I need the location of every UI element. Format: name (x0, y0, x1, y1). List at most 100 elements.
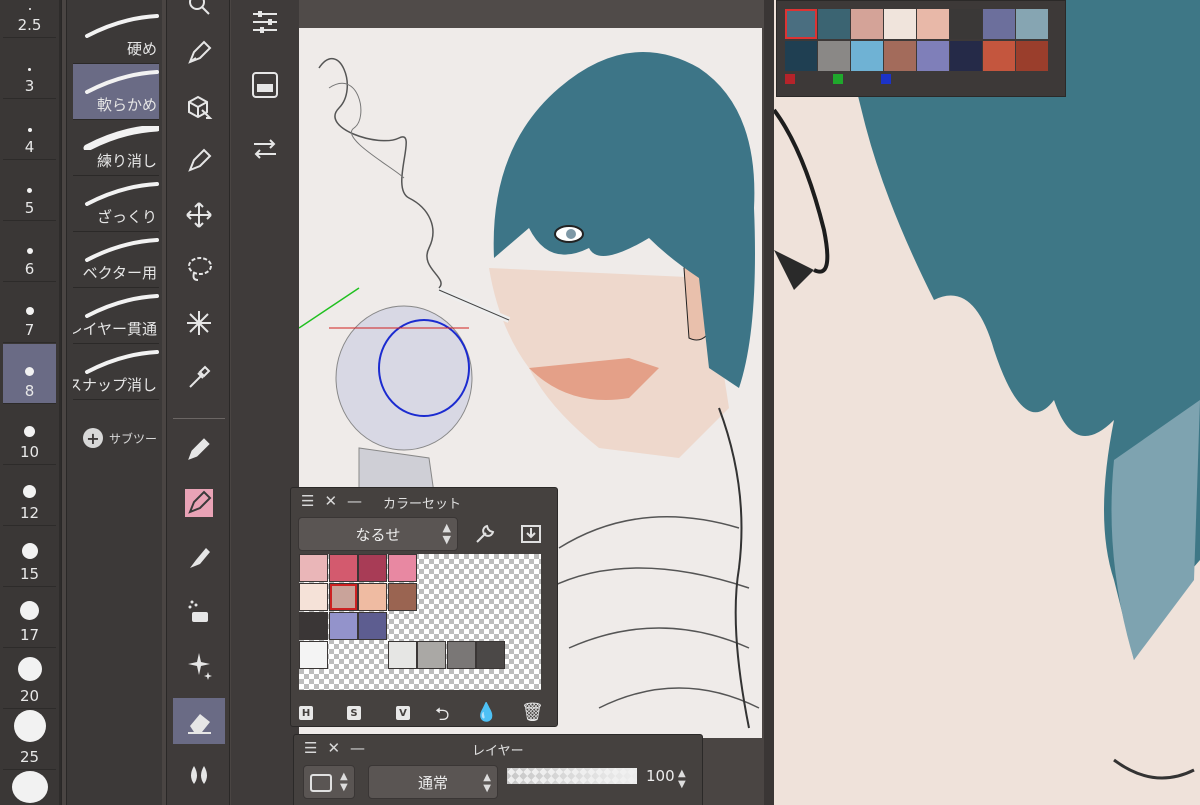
close-icon[interactable]: ✕ (327, 739, 340, 757)
color-swatch[interactable] (358, 612, 387, 640)
palette-swatch[interactable] (950, 41, 982, 71)
sub-tool-item[interactable]: 練り消し (73, 120, 159, 176)
color-set-select[interactable]: なるせ ▲ ▼ (298, 517, 458, 551)
color-swatch[interactable] (358, 583, 387, 611)
brush-size-7[interactable]: 7 (3, 283, 56, 343)
palette-swatch[interactable] (884, 41, 916, 71)
palette-swatch[interactable] (884, 9, 916, 39)
eyedropper-icon[interactable] (173, 354, 225, 400)
brush-size-dot (24, 426, 35, 437)
layer-type-select[interactable]: ▲ ▼ (303, 765, 355, 799)
brush-size-25[interactable]: 25 (3, 710, 56, 770)
palette-swatch[interactable] (851, 9, 883, 39)
palette-swatch[interactable] (785, 9, 817, 39)
lasso-icon[interactable] (173, 246, 225, 292)
brush-icon[interactable] (173, 534, 225, 580)
object-select-icon[interactable] (173, 84, 225, 130)
opacity-value[interactable]: 100 (646, 767, 675, 785)
pen-nib-icon[interactable] (173, 30, 225, 76)
brush-size-17[interactable]: 17 (3, 588, 56, 648)
palette-swatch[interactable] (818, 9, 850, 39)
palette-swatch[interactable] (950, 9, 982, 39)
color-swatch[interactable] (446, 641, 476, 669)
palette-swatch[interactable] (917, 9, 949, 39)
palette-swatch[interactable] (983, 41, 1015, 71)
auto-select-icon[interactable] (173, 300, 225, 346)
palette-swatch[interactable] (851, 41, 883, 71)
brush-size-20[interactable]: 20 (3, 649, 56, 709)
blend-mode-select[interactable]: 通常 ▲ ▼ (368, 765, 498, 799)
wrench-icon[interactable] (471, 520, 499, 548)
menu-icon[interactable]: ☰ (304, 739, 317, 757)
brush-size-8[interactable]: 8 (3, 344, 56, 404)
operation-icon[interactable] (173, 138, 225, 184)
brush-size-3[interactable]: 3 (3, 39, 56, 99)
replace-color-icon[interactable]: ⮌ (435, 702, 449, 732)
minimize-icon[interactable]: — (347, 492, 362, 510)
pen-icon[interactable] (173, 480, 225, 526)
color-swatch[interactable] (387, 641, 417, 669)
sub-tool-item[interactable]: スナップ消し (73, 344, 159, 400)
menu-icon[interactable]: ☰ (301, 492, 314, 510)
palette-swatch[interactable] (818, 41, 850, 71)
palette-swatch[interactable] (785, 41, 817, 71)
opacity-slider[interactable] (507, 768, 637, 784)
tool-property-icon[interactable] (247, 3, 283, 39)
color-swatch[interactable] (358, 554, 387, 582)
palette-swatch[interactable] (983, 9, 1015, 39)
view-divider[interactable] (764, 0, 774, 805)
brush-size-30[interactable]: 30 (3, 771, 56, 805)
move-icon[interactable] (173, 192, 225, 238)
brush-size-10[interactable]: 10 (3, 405, 56, 465)
color-swatch[interactable] (299, 583, 328, 611)
chevron-updown-icon[interactable]: ▲ ▼ (678, 768, 686, 790)
color-swatch[interactable] (328, 612, 358, 640)
sub-tool-item[interactable]: ベクター用 (73, 232, 159, 288)
color-swatch[interactable] (299, 554, 328, 582)
airbrush-icon[interactable] (173, 588, 225, 634)
brush-size-5[interactable]: 5 (3, 161, 56, 221)
sub-tool-item[interactable]: 軟らかめ (73, 64, 159, 120)
sub-tool-item[interactable]: 硬め (73, 8, 159, 64)
brush-size-2.5[interactable]: 2.5 (3, 0, 56, 38)
color-swatch[interactable] (299, 612, 328, 640)
close-icon[interactable]: ✕ (324, 492, 337, 510)
brush-size-6[interactable]: 6 (3, 222, 56, 282)
color-swatch[interactable] (328, 583, 358, 611)
brush-size-4[interactable]: 4 (3, 100, 56, 160)
brush-size-dot (26, 248, 33, 254)
hsv-h-button[interactable]: H (299, 706, 313, 720)
add-sub-tool-button[interactable]: + サブツー (83, 428, 157, 448)
brush-size-12[interactable]: 12 (3, 466, 56, 526)
transform-icon[interactable] (247, 131, 283, 167)
blend-icon[interactable] (173, 752, 225, 798)
color-swatch[interactable] (387, 554, 417, 582)
color-set-panel: ☰ ✕ — カラーセット なるせ ▲ ▼ H S V ⮌ 💧 🗑 (290, 487, 558, 727)
palette-swatch[interactable] (917, 41, 949, 71)
decoration-icon[interactable] (173, 642, 225, 688)
zoom-view[interactable] (774, 0, 1200, 805)
palette-swatch[interactable] (1016, 41, 1048, 71)
trash-icon[interactable]: 🗑 (521, 702, 544, 723)
color-swatch[interactable] (387, 583, 417, 611)
sub-tool-item[interactable]: ざっくり (73, 176, 159, 232)
hsv-s-button[interactable]: S (347, 706, 361, 720)
add-color-icon[interactable]: 💧 (475, 702, 497, 723)
import-icon[interactable] (517, 520, 545, 548)
color-swatch[interactable] (476, 641, 505, 669)
layer-property-icon[interactable] (247, 67, 283, 103)
brush-size-15[interactable]: 15 (3, 527, 56, 587)
palette-marker (881, 74, 891, 84)
hsv-v-button[interactable]: V (396, 706, 410, 720)
brush-stroke-preview (85, 294, 159, 318)
sub-tool-item[interactable]: レイヤー貫通 (73, 288, 159, 344)
color-swatch[interactable] (417, 641, 446, 669)
color-swatch[interactable] (328, 554, 358, 582)
palette-swatch[interactable] (1016, 9, 1048, 39)
pencil-icon[interactable] (173, 426, 225, 472)
eraser-icon[interactable] (173, 698, 225, 744)
color-swatch[interactable] (299, 641, 328, 669)
size-scrollbar[interactable] (59, 0, 61, 805)
minimize-icon[interactable]: — (350, 739, 365, 757)
zoom-icon[interactable] (173, 0, 225, 28)
